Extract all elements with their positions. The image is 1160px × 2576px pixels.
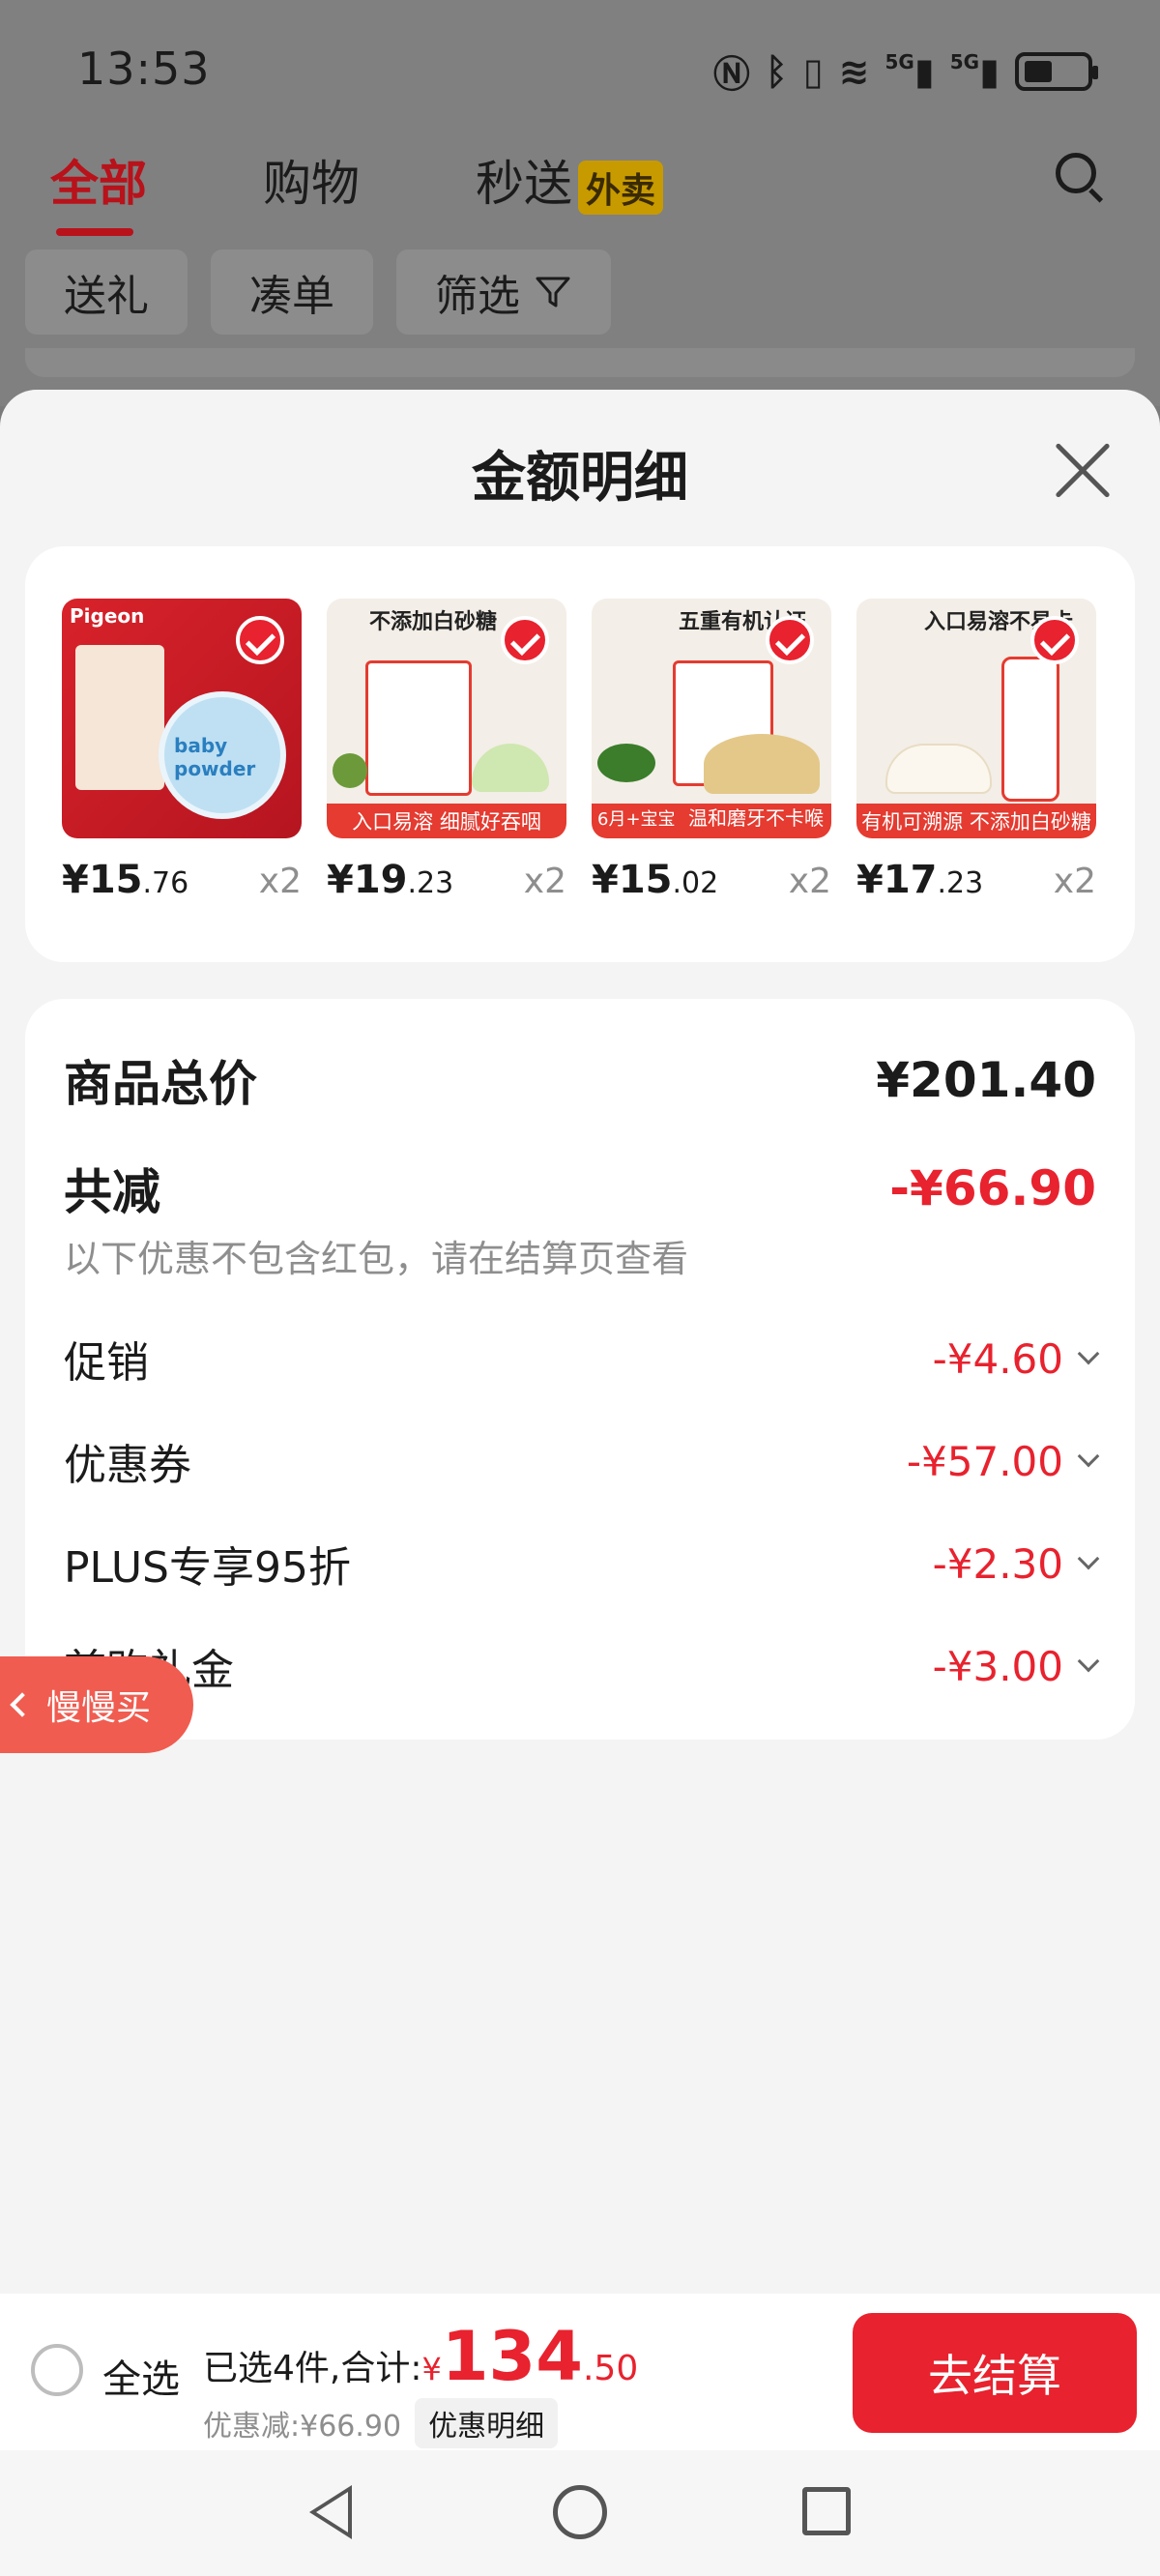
amount-detail-sheet: 金额明细 Pigeon baby powder ¥15.76 x2 不添加白砂糖 xyxy=(0,390,1160,2576)
background-card-edge xyxy=(25,348,1135,377)
product-thumbnail: 入口易溶不易卡 有机可溯源 不添加白砂糖 xyxy=(856,599,1096,838)
total-price-value: ¥201.40 xyxy=(876,1052,1096,1108)
total-price-row: 商品总价 ¥201.40 xyxy=(64,1045,1096,1115)
close-icon[interactable] xyxy=(1052,440,1114,502)
back-icon[interactable] xyxy=(309,2485,352,2539)
status-bar: 13:53 Ⓝ ᛒ ▯ ≋ 5G▮ 5G▮ xyxy=(0,0,1160,145)
5g-signal-icon: 5G▮ xyxy=(949,49,1000,93)
filter-label: 筛选 xyxy=(435,272,520,321)
chevron-left-icon xyxy=(10,1692,35,1717)
select-all-label[interactable]: 全选 xyxy=(102,2348,180,2404)
total-reduction-row: 共减 -¥66.90 xyxy=(64,1154,1096,1223)
tab-all[interactable]: 全部 xyxy=(50,145,147,236)
search-icon[interactable] xyxy=(1056,153,1106,203)
product-banner: 入口易溶 细腻好吞咽 xyxy=(327,804,566,838)
selected-check-icon[interactable] xyxy=(236,616,284,664)
total-currency: ¥ xyxy=(421,2351,442,2387)
status-time: 13:53 xyxy=(77,43,211,95)
tab-instant-delivery[interactable]: 秒送 外卖 xyxy=(476,145,664,215)
product-caption: baby powder xyxy=(174,734,256,780)
sheet-title: 金额明细 xyxy=(472,447,688,510)
bluetooth-icon: ᛒ xyxy=(765,49,788,93)
checkout-button[interactable]: 去结算 xyxy=(853,2313,1137,2433)
selected-check-icon[interactable] xyxy=(501,616,549,664)
discount-label: 优惠券 xyxy=(64,1441,191,1490)
discount-value: -¥57.00 xyxy=(906,1437,1063,1485)
product-quantity: x2 xyxy=(788,862,831,901)
chevron-down-icon xyxy=(1077,1547,1100,1570)
discount-detail-button[interactable]: 优惠明细 xyxy=(415,2398,559,2448)
discount-row-promotion[interactable]: 促销 -¥4.60 xyxy=(64,1328,1100,1390)
product-item[interactable]: 不添加白砂糖 入口易溶 细腻好吞咽 ¥19.23 x2 xyxy=(327,599,566,902)
product-brand: Pigeon xyxy=(70,604,145,628)
total-amount-integer: 134 xyxy=(441,2317,583,2396)
product-thumbnail: 五重有机认证 6月+宝宝 温和磨牙不卡喉 xyxy=(592,599,831,838)
selected-check-icon[interactable] xyxy=(1030,616,1079,664)
discount-row-plus[interactable]: PLUS专享95折 -¥2.30 xyxy=(64,1533,1100,1595)
vibrate-icon: ▯ xyxy=(802,49,824,93)
product-quantity: x2 xyxy=(1053,862,1096,901)
filter-gift-chip[interactable]: 送礼 xyxy=(25,249,188,335)
chevron-down-icon xyxy=(1077,1342,1100,1365)
discount-label: 促销 xyxy=(64,1338,149,1388)
total-amount-decimal: .50 xyxy=(582,2349,639,2388)
product-item[interactable]: 五重有机认证 6月+宝宝 温和磨牙不卡喉 ¥15.02 x2 xyxy=(592,599,831,902)
chevron-down-icon xyxy=(1077,1650,1100,1673)
battery-icon xyxy=(1015,51,1098,91)
product-headline: 不添加白砂糖 xyxy=(369,610,498,634)
total-price-label: 商品总价 xyxy=(64,1056,257,1112)
product-item[interactable]: 入口易溶不易卡 有机可溯源 不添加白砂糖 ¥17.23 x2 xyxy=(856,599,1096,902)
nfc-icon: Ⓝ xyxy=(712,53,750,96)
filter-row: 送礼 凑单 筛选 xyxy=(25,249,611,335)
product-quantity: x2 xyxy=(258,862,302,901)
select-all-radio[interactable] xyxy=(31,2344,83,2396)
tab-instant-delivery-label: 秒送 xyxy=(476,156,572,212)
product-thumbnail: Pigeon baby powder xyxy=(62,599,302,838)
price-detail-card: 商品总价 ¥201.40 共减 -¥66.90 以下优惠不包含红包，请在结算页查… xyxy=(25,999,1135,1740)
product-banner: 有机可溯源 不添加白砂糖 xyxy=(856,804,1096,838)
reduction-note: 以下优惠不包含红包，请在结算页查看 xyxy=(64,1238,689,1280)
selected-count-text: 已选4件,合计: xyxy=(203,2349,422,2388)
product-thumbnail: 不添加白砂糖 入口易溶 细腻好吞咽 xyxy=(327,599,566,838)
discount-value: -¥4.60 xyxy=(932,1334,1063,1383)
product-price: ¥15.76 xyxy=(62,858,189,902)
products-card: Pigeon baby powder ¥15.76 x2 不添加白砂糖 入口易溶… xyxy=(25,546,1135,962)
status-icons: Ⓝ ᛒ ▯ ≋ 5G▮ 5G▮ xyxy=(712,44,1098,98)
wifi-icon: ≋ xyxy=(838,49,870,93)
filter-bundle-chip[interactable]: 凑单 xyxy=(211,249,373,335)
product-quantity: x2 xyxy=(523,862,566,901)
discount-amount-text: 优惠减:¥66.90 xyxy=(203,2410,402,2444)
product-price: ¥17.23 xyxy=(856,858,984,902)
system-nav-bar xyxy=(0,2450,1160,2576)
home-icon[interactable] xyxy=(553,2485,607,2539)
discount-label: PLUS专享95折 xyxy=(64,1543,351,1593)
top-tabs: 全部 购物 秒送 外卖 xyxy=(50,145,779,236)
5g-signal-icon: 5G▮ xyxy=(884,49,935,93)
slow-buy-label: 慢慢买 xyxy=(46,1688,152,1728)
product-price: ¥15.02 xyxy=(592,858,719,902)
tab-shopping[interactable]: 购物 xyxy=(263,145,360,215)
discount-summary: 优惠减:¥66.90 优惠明细 xyxy=(203,2398,559,2448)
discount-value: -¥2.30 xyxy=(932,1539,1063,1588)
product-price: ¥19.23 xyxy=(327,858,454,902)
background-page: 13:53 Ⓝ ᛒ ▯ ≋ 5G▮ 5G▮ 全部 购物 秒送 外卖 送礼 凑单 筛… xyxy=(0,0,1160,406)
total-reduction-label: 共减 xyxy=(64,1164,160,1220)
filter-chip[interactable]: 筛选 xyxy=(396,249,611,335)
discount-row-first-purchase[interactable]: 首购礼金 -¥3.00 xyxy=(64,1635,1100,1697)
takeout-badge: 外卖 xyxy=(578,160,664,215)
slow-buy-button[interactable]: 慢慢买 xyxy=(0,1656,193,1753)
product-item[interactable]: Pigeon baby powder ¥15.76 x2 xyxy=(62,599,302,902)
selected-check-icon[interactable] xyxy=(766,616,814,664)
recent-apps-icon[interactable] xyxy=(802,2487,851,2535)
funnel-icon xyxy=(536,277,570,307)
discount-value: -¥3.00 xyxy=(932,1642,1063,1690)
product-banner: 温和磨牙不卡喉 xyxy=(688,806,824,830)
chevron-down-icon xyxy=(1077,1445,1100,1468)
total-reduction-value: -¥66.90 xyxy=(889,1160,1096,1216)
checkout-bar: 全选 已选4件,合计: ¥ 134 .50 优惠减:¥66.90 优惠明细 去结… xyxy=(0,2294,1160,2450)
product-tag: 6月+宝宝 xyxy=(597,809,676,830)
discount-row-coupon[interactable]: 优惠券 -¥57.00 xyxy=(64,1430,1100,1492)
order-summary: 已选4件,合计: ¥ 134 .50 xyxy=(203,2323,638,2390)
